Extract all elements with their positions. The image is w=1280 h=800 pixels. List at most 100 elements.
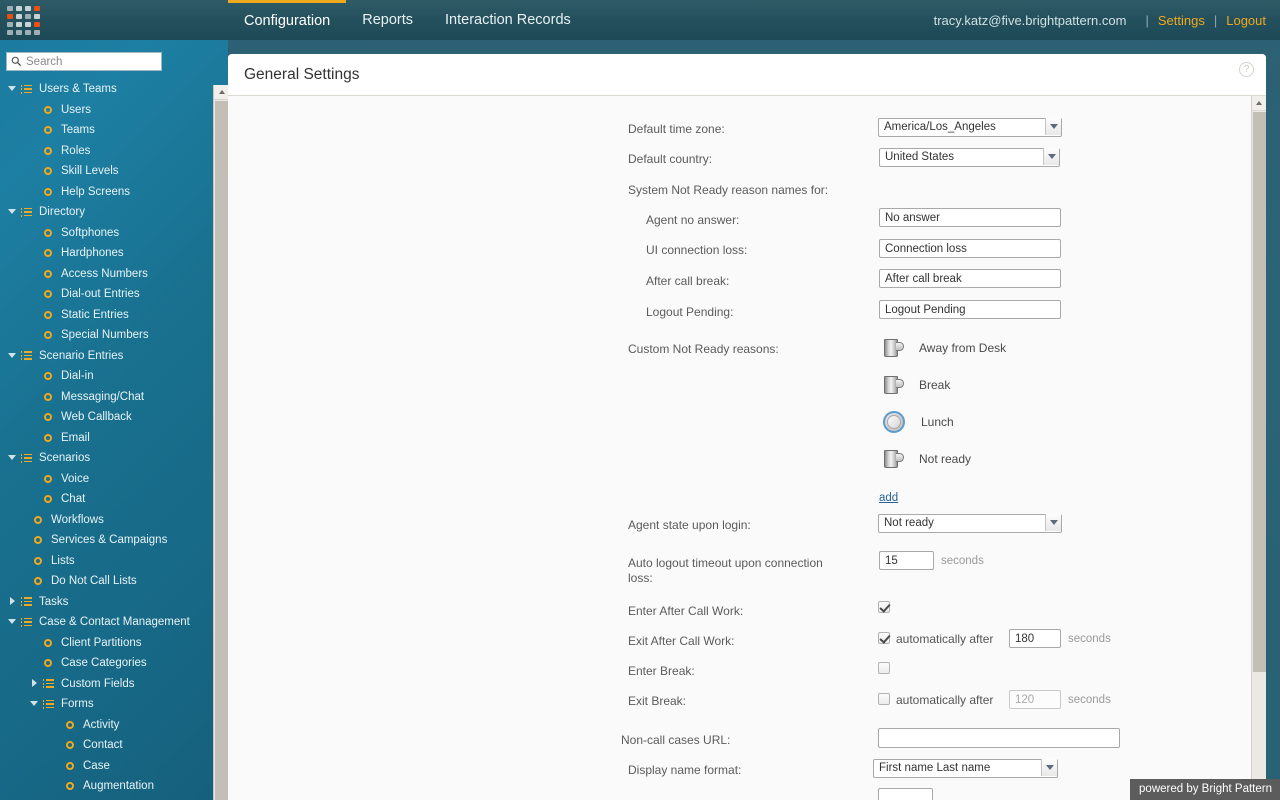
sidebar-item-services-campaigns[interactable]: Services & Campaigns	[0, 530, 228, 551]
chevron-down-icon[interactable]	[6, 208, 18, 216]
sidebar-item-tasks[interactable]: Tasks	[0, 592, 228, 613]
sidebar-item-label: Do Not Call Lists	[51, 575, 137, 588]
sidebar-item-chat[interactable]: Chat	[0, 489, 228, 510]
sidebar-item-users[interactable]: Users	[0, 100, 228, 121]
checkbox-exit-break[interactable]	[878, 693, 890, 705]
sidebar-item-label: Scenarios	[39, 452, 91, 465]
content-scrollbar[interactable]	[1251, 96, 1266, 800]
not-ready-reason-item[interactable]: Not ready	[883, 440, 1006, 477]
sidebar-item-directory[interactable]: Directory	[0, 202, 228, 223]
field-default-country[interactable]: United States	[879, 147, 1060, 167]
sidebar-item-lists[interactable]: Lists	[0, 551, 228, 572]
sidebar-item-case-categories[interactable]: Case Categories	[0, 653, 228, 674]
chevron-right-icon[interactable]	[28, 678, 40, 689]
sidebar-item-label: Voice	[61, 472, 90, 485]
sidebar-item-email[interactable]: Email	[0, 428, 228, 449]
sidebar-item-case-contact-management[interactable]: Case & Contact Management	[0, 612, 228, 633]
sidebar-item-web-callback[interactable]: Web Callback	[0, 407, 228, 428]
sidebar-item-custom-fields[interactable]: Custom Fields	[0, 674, 228, 695]
sidebar-item-label: Dial-in	[61, 370, 94, 383]
plate-icon	[883, 410, 907, 434]
input-ui-connection-loss[interactable]	[879, 239, 1061, 258]
sidebar-item-access-numbers[interactable]: Access Numbers	[0, 264, 228, 285]
chevron-down-icon[interactable]	[6, 352, 18, 360]
ring-icon	[30, 556, 46, 565]
select-default-country-value[interactable]: United States	[879, 148, 1060, 167]
sidebar-item-voice[interactable]: Voice	[0, 469, 228, 490]
sidebar-item-activity[interactable]: Activity	[0, 715, 228, 736]
sidebar-scroll-up-button[interactable]	[214, 85, 228, 100]
sidebar-item-roles[interactable]: Roles	[0, 141, 228, 162]
sidebar-item-static-entries[interactable]: Static Entries	[0, 305, 228, 326]
sidebar-item-workflows[interactable]: Workflows	[0, 510, 228, 531]
input-auto-logout-timeout[interactable]	[879, 551, 934, 570]
input-exit-after-call-work-seconds[interactable]	[1009, 629, 1061, 648]
chevron-down-icon[interactable]	[6, 454, 18, 462]
add-reason-link[interactable]: add	[879, 492, 898, 504]
ring-icon	[40, 105, 56, 114]
sidebar-item-contact[interactable]: Contact	[0, 735, 228, 756]
main-navigation: Configuration Reports Interaction Record…	[228, 0, 587, 40]
sidebar-item-dial-in[interactable]: Dial-in	[0, 366, 228, 387]
content-scroll-up-button[interactable]	[1252, 96, 1266, 111]
field-display-name-format[interactable]: First name Last name	[873, 758, 1058, 778]
select-agent-state-upon-login-value[interactable]: Not ready	[878, 514, 1062, 533]
sidebar-item-case[interactable]: Case	[0, 756, 228, 777]
field-default-time-zone[interactable]: America/Los_Angeles	[878, 117, 1062, 137]
nav-tab-reports[interactable]: Reports	[346, 0, 429, 40]
input-non-call-cases-url[interactable]	[878, 728, 1120, 748]
sidebar-item-augmentation[interactable]: Augmentation	[0, 776, 228, 797]
input-after-call-break[interactable]	[879, 269, 1061, 288]
input-partial-bottom-row[interactable]	[878, 788, 933, 800]
nav-tab-configuration[interactable]: Configuration	[228, 0, 347, 40]
not-ready-reason-item[interactable]: Away from Desk	[883, 329, 1006, 366]
checkbox-enter-after-call-work[interactable]	[878, 601, 890, 613]
chevron-down-icon[interactable]	[6, 85, 18, 93]
checkbox-exit-after-call-work[interactable]	[878, 632, 890, 644]
chevron-right-icon[interactable]	[6, 596, 18, 607]
sidebar-item-hardphones[interactable]: Hardphones	[0, 243, 228, 264]
sidebar-item-label: Teams	[61, 124, 95, 137]
field-agent-state-upon-login[interactable]: Not ready	[878, 513, 1062, 533]
sidebar-item-skill-levels[interactable]: Skill Levels	[0, 161, 228, 182]
sidebar-item-users-teams[interactable]: Users & Teams	[0, 79, 228, 100]
input-agent-no-answer[interactable]	[879, 208, 1061, 227]
sidebar-item-messaging-chat[interactable]: Messaging/Chat	[0, 387, 228, 408]
input-exit-break-seconds[interactable]	[1009, 690, 1061, 709]
sidebar-item-special-numbers[interactable]: Special Numbers	[0, 325, 228, 346]
coffee-mug-icon	[883, 374, 905, 396]
search-input[interactable]	[26, 53, 158, 70]
chevron-down-icon[interactable]	[28, 700, 40, 708]
sidebar-item-do-not-call-lists[interactable]: Do Not Call Lists	[0, 571, 228, 592]
chevron-down-icon[interactable]	[6, 618, 18, 626]
select-display-name-format-value[interactable]: First name Last name	[873, 759, 1058, 778]
checkbox-enter-break[interactable]	[878, 662, 890, 674]
bright-pattern-logo[interactable]	[5, 4, 40, 36]
navigation-tree: Users & Teams Users Teams Roles Skill Levels…	[0, 77, 228, 797]
label-display-name-format: Display name format:	[628, 763, 742, 777]
sidebar-item-client-partitions[interactable]: Client Partitions	[0, 633, 228, 654]
label-default-time-zone: Default time zone:	[628, 122, 725, 136]
content-scroll-thumb[interactable]	[1253, 112, 1266, 672]
ring-icon	[40, 659, 56, 668]
sidebar-item-dial-out-entries[interactable]: Dial-out Entries	[0, 284, 228, 305]
not-ready-reason-item[interactable]: Break	[883, 366, 1006, 403]
not-ready-reason-item[interactable]: Lunch	[883, 403, 1006, 440]
sidebar-scroll-thumb[interactable]	[215, 101, 228, 800]
sidebar-item-softphones[interactable]: Softphones	[0, 223, 228, 244]
sidebar-item-forms[interactable]: Forms	[0, 694, 228, 715]
sidebar-item-help-screens[interactable]: Help Screens	[0, 182, 228, 203]
logout-link[interactable]: Logout	[1226, 13, 1266, 28]
input-logout-pending[interactable]	[879, 300, 1061, 319]
search-box[interactable]	[6, 52, 162, 71]
nav-tab-interaction-records[interactable]: Interaction Records	[429, 0, 587, 40]
question-mark-icon[interactable]: ?	[1239, 62, 1254, 77]
sidebar-item-teams[interactable]: Teams	[0, 120, 228, 141]
sidebar-item-scenarios[interactable]: Scenarios	[0, 448, 228, 469]
sidebar-scrollbar[interactable]	[213, 85, 228, 800]
custom-not-ready-reasons-list: Away from Desk Break Lunch Not ready	[883, 329, 1006, 477]
settings-link[interactable]: Settings	[1158, 13, 1205, 28]
select-default-time-zone-value[interactable]: America/Los_Angeles	[878, 118, 1062, 137]
sidebar-item-label: Users	[61, 103, 92, 116]
sidebar-item-scenario-entries[interactable]: Scenario Entries	[0, 346, 228, 367]
